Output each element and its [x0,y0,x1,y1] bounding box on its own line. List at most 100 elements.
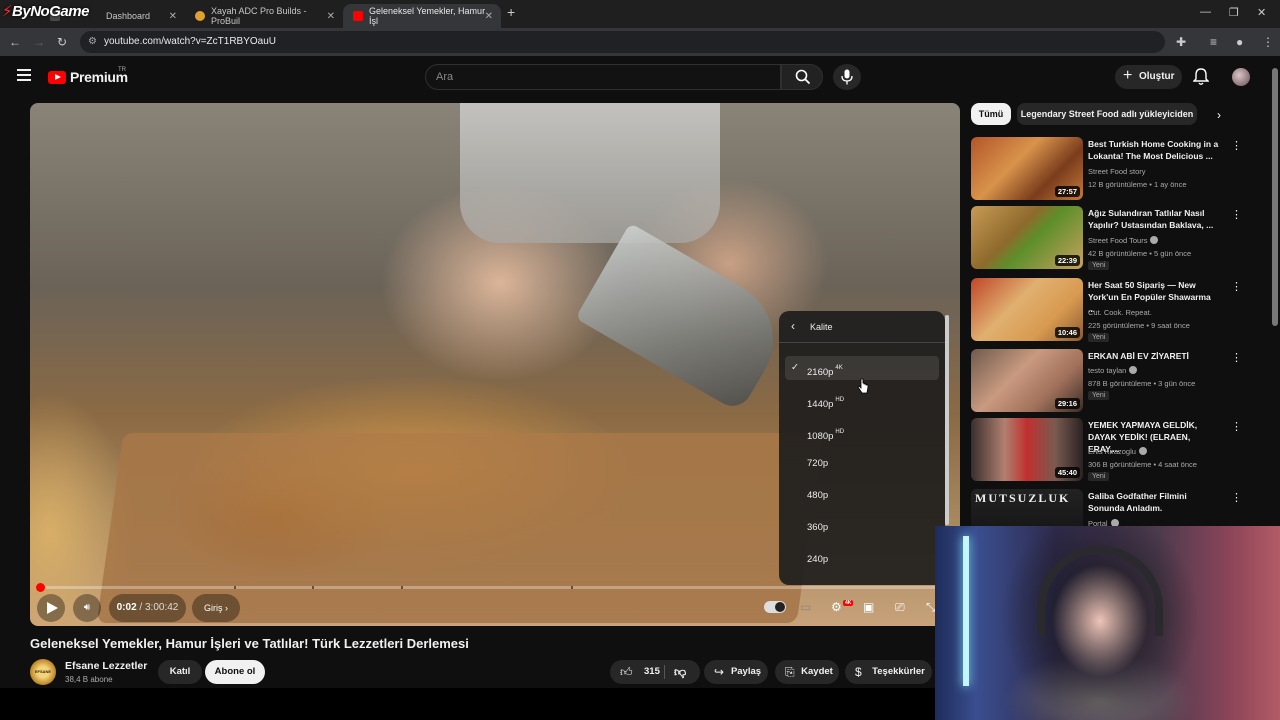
tab-probuilds[interactable]: Xayah ADC Pro Builds - ProBuil ✕ [185,4,343,28]
more-options-icon[interactable]: ⋮ [1231,208,1242,221]
media-control-icon[interactable]: ≡ [1210,35,1217,49]
profile-icon[interactable]: ● [1236,35,1243,49]
close-tab-icon[interactable]: ✕ [327,11,335,22]
quality-label: 480p [807,490,829,501]
join-button[interactable]: Katıl [158,660,202,684]
video-thumbnail[interactable]: 22:39 [971,206,1083,269]
progress-scrubber[interactable] [36,583,45,592]
close-tab-icon[interactable]: ✕ [169,11,177,22]
chapter-divider [312,586,314,589]
more-options-icon[interactable]: ⋮ [1231,280,1242,293]
minimize-icon[interactable]: — [1200,6,1211,18]
recommendation-item[interactable]: 22:39 Ağız Sulandıran Tatlılar Nasıl Yap… [971,206,1242,270]
thumbs-down-icon[interactable]: 👎︎ [674,660,686,684]
recommendation-item[interactable]: 10:46 Her Saat 50 Sipariş — New York'un … [971,278,1242,342]
restore-icon[interactable]: ❐ [1229,6,1239,19]
youtube-header: Premium TR Ara + Oluştur [0,56,1280,100]
youtube-logo[interactable]: Premium TR [48,67,128,85]
divider [664,665,665,679]
theater-mode-icon[interactable]: ▣ [863,600,874,614]
recommendation-channel[interactable]: Street Food Tours [1088,236,1159,245]
back-icon[interactable]: ← [9,35,21,49]
quality-option-720p[interactable]: 720p [785,452,939,476]
subtitles-icon[interactable]: ▭ [800,600,811,614]
chapter-button[interactable]: Giriş › [192,594,240,622]
play-button[interactable] [37,594,65,622]
video-thumbnail[interactable]: 29:16 [971,349,1083,412]
create-label: Oluştur [1139,71,1175,82]
quality-option-2160p[interactable]: ✓ 2160p 4K [785,356,939,380]
scrollbar-thumb[interactable] [1272,68,1278,326]
subscribe-button[interactable]: Abone ol [205,660,265,684]
forward-icon[interactable]: → [33,35,45,49]
recommendation-channel[interactable]: testo taylan [1088,366,1138,375]
channel-avatar[interactable]: EFSANE FOOD [30,659,56,685]
quality-option-480p[interactable]: 480p [785,484,939,508]
chip-from-uploader[interactable]: Legendary Street Food adlı yükleyiciden [1017,103,1197,125]
new-tab-icon[interactable]: + [507,4,515,20]
recommendation-channel[interactable]: Enis Kirazoglu [1088,447,1147,456]
address-bar[interactable]: ⚙ youtube.com/watch?v=ZcT1RBYOauU [80,31,1165,53]
recommendation-meta: 225 görüntüleme • 9 saat önce [1088,321,1190,330]
share-button[interactable]: ↪ Paylaş [704,660,768,684]
thanks-button[interactable]: $ Teşekkürler [845,660,932,684]
video-duration: 29:16 [1054,398,1080,409]
progress-bar[interactable] [36,583,936,592]
create-button[interactable]: + Oluştur [1115,65,1182,89]
like-dislike-group[interactable]: 👍︎ 315 👎︎ [610,660,700,684]
scrollbar-thumb[interactable] [945,315,949,525]
microphone-icon [841,69,853,85]
channel-name[interactable]: Efsane Lezzetler [65,660,147,672]
voice-search-button[interactable] [833,64,861,90]
more-options-icon[interactable]: ⋮ [1231,139,1242,152]
more-options-icon[interactable]: ⋮ [1231,420,1242,433]
recommendation-item[interactable]: 27:57 Best Turkish Home Cooking in a Lok… [971,137,1242,201]
quality-label: 1440p [807,399,834,410]
quality-option-360p[interactable]: 360p [785,516,939,540]
chevron-right-icon: › [225,603,228,613]
chip-all[interactable]: Tümü [971,103,1011,125]
chevron-right-icon[interactable]: › [1217,108,1221,122]
video-thumbnail[interactable]: 45:40 [971,418,1083,481]
browser-menu-icon[interactable]: ⋮ [1262,35,1274,49]
recommendation-title[interactable]: ERKAN ABİ EV ZİYARETİ [1088,350,1220,362]
close-tab-icon[interactable]: ✕ [485,11,493,22]
recommendation-title[interactable]: Best Turkish Home Cooking in a Lokanta! … [1088,138,1220,162]
autoplay-toggle[interactable] [764,601,786,613]
close-window-icon[interactable]: ✕ [1257,6,1266,19]
account-avatar[interactable] [1232,68,1250,86]
site-info-icon[interactable]: ⚙ [88,31,97,53]
save-button[interactable]: ⎘ Kaydet [775,660,839,684]
thumbs-up-icon[interactable]: 👍︎ [620,660,633,684]
more-options-icon[interactable]: ⋮ [1231,491,1242,504]
quality-option-240p[interactable]: 240p [785,548,939,572]
settings-gear-icon[interactable]: ⚙ [831,600,842,614]
notifications-bell-icon[interactable] [1193,68,1209,86]
recommendation-item[interactable]: 45:40 YEMEK YAPMAYA GELDİK, DAYAK YEDİK!… [971,418,1242,482]
menu-icon[interactable] [17,69,31,81]
neon-light [963,536,969,686]
search-icon [795,69,811,85]
volume-button[interactable]: 🔊︎ [73,594,101,622]
recommendation-channel[interactable]: Cut. Cook. Repeat. [1088,308,1152,317]
recommendation-title[interactable]: Galiba Godfather Filmini Sonunda Anladım… [1088,490,1220,514]
extensions-icon[interactable]: ✚ [1176,35,1186,49]
browser-tab-bar: Dashboard ✕ Xayah ADC Pro Builds - ProBu… [0,0,1280,28]
tab-youtube-video[interactable]: Geleneksel Yemekler, Hamur İşl ✕ [343,4,501,28]
new-badge: Yeni [1088,472,1110,481]
recommendation-title[interactable]: Ağız Sulandıran Tatlılar Nasıl Yapılır? … [1088,207,1220,231]
search-input[interactable]: Ara [425,64,781,90]
video-thumbnail[interactable]: 27:57 [971,137,1083,200]
channel-name: testo taylan [1088,366,1127,375]
more-options-icon[interactable]: ⋮ [1231,351,1242,364]
video-thumbnail[interactable]: 10:46 [971,278,1083,341]
video-title: Geleneksel Yemekler, Hamur İşleri ve Tat… [30,636,469,651]
cast-icon[interactable]: ⎚ [895,600,905,615]
recommendation-item[interactable]: 29:16 ERKAN ABİ EV ZİYARETİ testo taylan… [971,349,1242,413]
reload-icon[interactable]: ↻ [57,35,67,49]
recommendation-channel[interactable]: Street Food story [1088,167,1146,176]
back-chevron-icon[interactable]: ‹ [791,319,795,333]
quality-option-1080p[interactable]: 1080p HD [785,420,939,444]
search-button[interactable] [781,64,823,90]
quality-menu-header[interactable]: ‹ Kalite [779,311,945,343]
